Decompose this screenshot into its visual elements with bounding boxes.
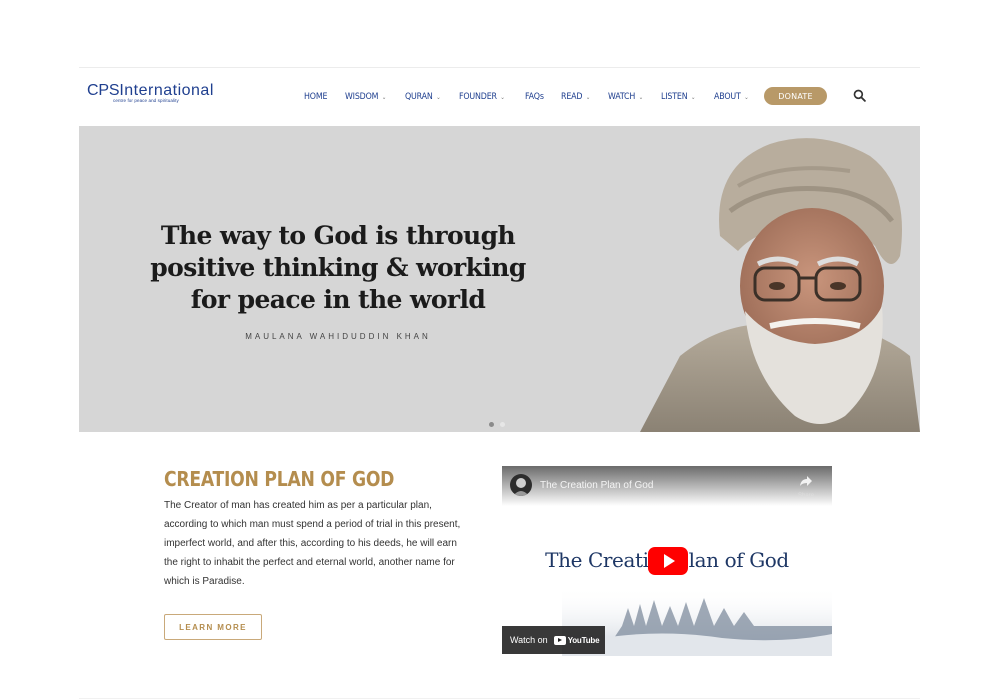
nav-item-quran[interactable]: QURAN ⌄: [405, 92, 441, 102]
hero-slider: The way to God is through positive think…: [79, 126, 920, 432]
chevron-down-icon: ⌄: [436, 93, 441, 101]
logo-prefix: CPS: [87, 82, 120, 99]
logo-tagline: centre for peace and spirituality: [113, 98, 179, 103]
donate-button[interactable]: DONATE: [764, 87, 827, 105]
chevron-down-icon: ⌄: [691, 93, 696, 101]
chevron-down-icon: ⌄: [381, 93, 386, 101]
site-header: CPSInternational centre for peace and sp…: [79, 68, 920, 126]
thumbnail-title-right: lan of God: [688, 548, 790, 572]
chevron-down-icon: ⌄: [500, 93, 506, 101]
youtube-logo-text: YouTube: [567, 635, 600, 645]
nav-item-label: WISDOM: [344, 92, 378, 102]
thumbnail-title-left: The Creati: [545, 548, 649, 572]
logo-rest: International: [119, 82, 214, 99]
footer-divider: [79, 698, 920, 699]
nav-item-label: HOME: [304, 92, 328, 102]
search-icon[interactable]: [853, 89, 866, 102]
watch-on-youtube-button[interactable]: Watch on YouTube: [502, 626, 605, 654]
chevron-down-icon: ⌄: [638, 93, 643, 101]
play-button[interactable]: [648, 547, 688, 575]
site-logo[interactable]: CPSInternational centre for peace and sp…: [87, 82, 214, 103]
nav-item-home[interactable]: HOME: [304, 92, 328, 102]
nav-item-label: FOUNDER: [459, 92, 498, 102]
channel-avatar[interactable]: [510, 474, 532, 496]
nav-item-listen[interactable]: LISTEN ⌄: [661, 92, 695, 102]
nav-item-label: FAQs: [525, 92, 545, 102]
nav-item-about[interactable]: ABOUT ⌄: [714, 92, 749, 102]
chevron-down-icon: ⌄: [585, 93, 590, 101]
learn-more-button[interactable]: LEARN MORE: [164, 614, 262, 640]
nav-item-label: ABOUT: [714, 92, 742, 102]
nav-item-read[interactable]: READ ⌄: [561, 92, 590, 102]
main-nav: HOME WISDOM ⌄ QURAN ⌄ FOUNDER ⌄ FAQs READ ⌄ WATCH ⌄…: [304, 88, 833, 106]
video-title[interactable]: The Creation Plan of God: [540, 480, 653, 491]
nav-item-label: WATCH: [607, 92, 635, 102]
hero-quote: The way to God is through positive think…: [150, 221, 526, 314]
nav-item-watch[interactable]: WATCH ⌄: [608, 92, 643, 102]
share-button[interactable]: Share: [794, 474, 818, 500]
youtube-logo: YouTube: [553, 635, 600, 645]
nav-item-label: READ: [560, 92, 583, 102]
nav-item-label: QURAN: [405, 92, 433, 102]
nav-item-label: LISTEN: [661, 92, 688, 102]
video-top-bar: The Creation Plan of God Share: [502, 466, 832, 506]
share-icon: [800, 476, 812, 486]
nav-item-founder[interactable]: FOUNDER ⌄: [459, 92, 505, 102]
section-title: CREATION PLAN OF GOD: [164, 467, 395, 491]
slider-dot-1[interactable]: [489, 422, 494, 427]
nav-item-faqs[interactable]: FAQs: [525, 92, 544, 102]
watch-on-label: Watch on: [510, 635, 548, 645]
slider-dots: [489, 422, 505, 427]
nav-item-wisdom[interactable]: WISDOM ⌄: [345, 92, 386, 102]
play-icon: [663, 554, 675, 568]
founder-portrait: [640, 138, 920, 432]
share-label: Share: [797, 493, 814, 499]
hero-quote-author: MAULANA WAHIDUDDIN KHAN: [245, 332, 431, 341]
slider-dot-2[interactable]: [500, 422, 505, 427]
youtube-logo-icon: [553, 635, 566, 645]
youtube-video-embed[interactable]: The Creation Plan of God Share The Creat…: [502, 466, 832, 656]
chevron-down-icon: ⌄: [744, 93, 749, 101]
section-body: The Creator of man has created him as pe…: [164, 500, 461, 587]
